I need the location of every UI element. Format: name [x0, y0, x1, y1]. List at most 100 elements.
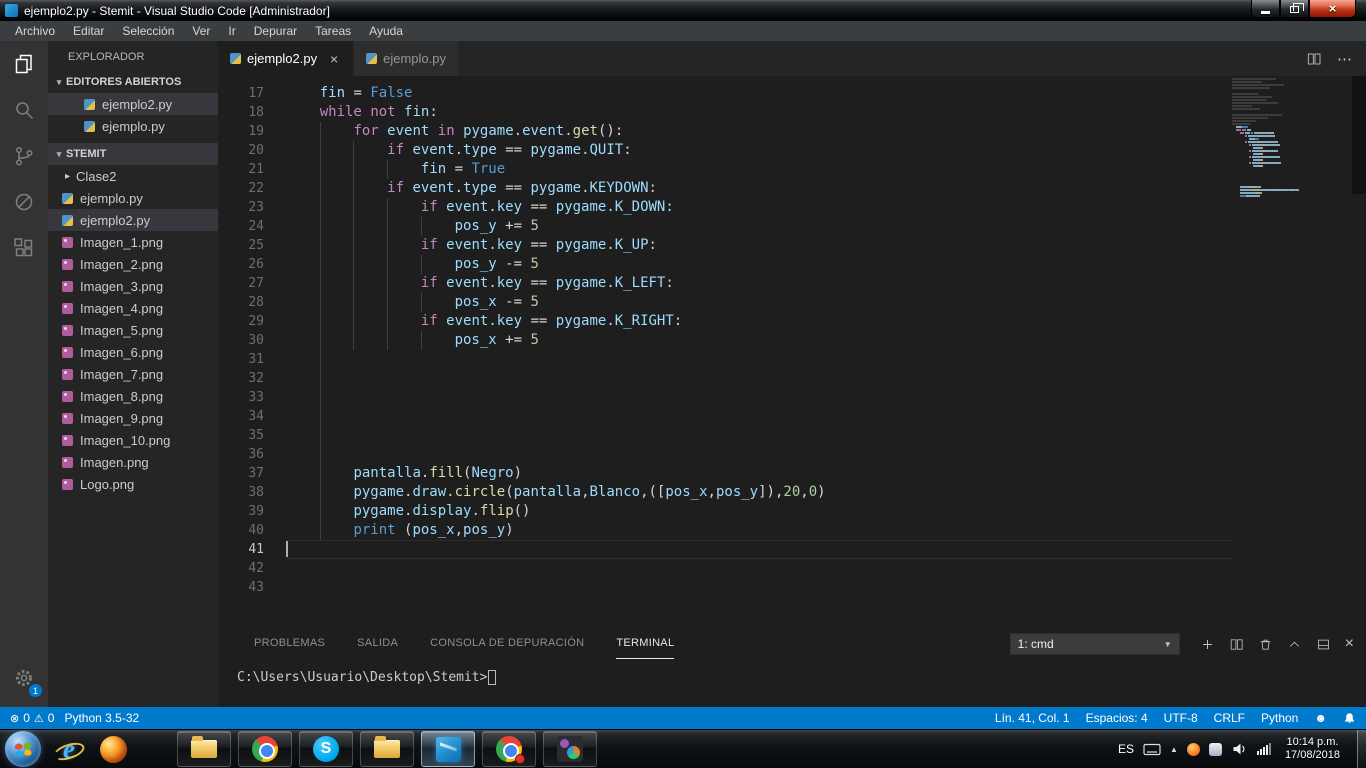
line-number[interactable]: 17: [218, 84, 264, 103]
activity-search[interactable]: [0, 87, 48, 133]
line-number[interactable]: 22: [218, 179, 264, 198]
line-number[interactable]: 43: [218, 578, 264, 597]
menu-editar[interactable]: Editar: [64, 21, 113, 41]
feedback-smiley-icon[interactable]: ☻: [1314, 711, 1327, 725]
menu-seleccion[interactable]: Selección: [113, 21, 183, 41]
open-editor-ejemplo-py[interactable]: ejemplo.py: [48, 115, 218, 137]
code-line[interactable]: 30 pos_x += 5: [218, 331, 1366, 350]
activity-debug[interactable]: [0, 179, 48, 225]
code-line[interactable]: 34: [218, 407, 1366, 426]
taskbar-app-media-player[interactable]: [543, 731, 597, 767]
panel-tab-salida[interactable]: SALIDA: [357, 629, 398, 659]
taskbar-app-skype[interactable]: [299, 731, 353, 767]
minimap[interactable]: [1232, 78, 1352, 629]
terminal-output[interactable]: C:\Users\Usuario\Desktop\Stemit>: [218, 659, 1366, 685]
line-number[interactable]: 28: [218, 293, 264, 312]
taskbar-app-windows-explorer[interactable]: [177, 731, 231, 767]
folder-section-header[interactable]: ▾ STEMIT: [48, 143, 218, 165]
line-number[interactable]: 19: [218, 122, 264, 141]
code-line[interactable]: 24 pos_y += 5: [218, 217, 1366, 236]
line-number[interactable]: 33: [218, 388, 264, 407]
close-icon[interactable]: ×: [327, 51, 341, 67]
maximize-panel-icon[interactable]: [1287, 637, 1302, 652]
menu-ayuda[interactable]: Ayuda: [360, 21, 412, 41]
line-number[interactable]: 41: [218, 540, 264, 559]
show-desktop-button[interactable]: [1357, 729, 1366, 768]
code-line[interactable]: 28 pos_x -= 5: [218, 293, 1366, 312]
activity-settings[interactable]: 1: [0, 655, 48, 701]
editor[interactable]: 17 fin = False 18 while not fin: 19 for ev…: [218, 76, 1366, 629]
indentation[interactable]: Espacios: 4: [1086, 711, 1148, 725]
line-number[interactable]: 29: [218, 312, 264, 331]
code-line[interactable]: 40 print (pos_x,pos_y): [218, 521, 1366, 540]
tree-item-imagen-5-png[interactable]: Imagen_5.png: [48, 319, 218, 341]
code-line[interactable]: 27 if event.key == pygame.K_LEFT:: [218, 274, 1366, 293]
terminal-picker[interactable]: 1: cmd ▼: [1009, 633, 1180, 655]
tree-item-imagen-10-png[interactable]: Imagen_10.png: [48, 429, 218, 451]
line-number[interactable]: 20: [218, 141, 264, 160]
line-number[interactable]: 18: [218, 103, 264, 122]
code-line[interactable]: 36: [218, 445, 1366, 464]
code-line[interactable]: 18 while not fin:: [218, 103, 1366, 122]
language-mode[interactable]: Python: [1261, 711, 1298, 725]
line-number[interactable]: 24: [218, 217, 264, 236]
line-number[interactable]: 42: [218, 559, 264, 578]
open-editor-ejemplo2-py[interactable]: ejemplo2.py: [48, 93, 218, 115]
split-editor-icon[interactable]: [1306, 51, 1322, 67]
tree-item-imagen-2-png[interactable]: Imagen_2.png: [48, 253, 218, 275]
line-number[interactable]: 37: [218, 464, 264, 483]
line-number[interactable]: 34: [218, 407, 264, 426]
code-line[interactable]: 39 pygame.display.flip(): [218, 502, 1366, 521]
activity-source-control[interactable]: [0, 133, 48, 179]
code-line[interactable]: 20 if event.type == pygame.QUIT:: [218, 141, 1366, 160]
line-number[interactable]: 30: [218, 331, 264, 350]
line-number[interactable]: 35: [218, 426, 264, 445]
menu-depurar[interactable]: Depurar: [245, 21, 306, 41]
cursor-position[interactable]: Lín. 41, Col. 1: [995, 711, 1070, 725]
clock[interactable]: 10:14 p.m. 17/08/2018: [1285, 736, 1340, 762]
line-number[interactable]: 23: [218, 198, 264, 217]
line-number[interactable]: 32: [218, 369, 264, 388]
code-line[interactable]: 35: [218, 426, 1366, 445]
code-line[interactable]: 19 for event in pygame.event.get():: [218, 122, 1366, 141]
tray-app-icon-1[interactable]: [1186, 742, 1200, 756]
line-number[interactable]: 40: [218, 521, 264, 540]
code-line[interactable]: 33: [218, 388, 1366, 407]
taskbar-internet-explorer[interactable]: [49, 730, 89, 768]
tree-item-imagen-8-png[interactable]: Imagen_8.png: [48, 385, 218, 407]
line-number[interactable]: 26: [218, 255, 264, 274]
code-line[interactable]: 17 fin = False: [218, 84, 1366, 103]
start-button[interactable]: [5, 731, 41, 767]
line-number[interactable]: 25: [218, 236, 264, 255]
code-line[interactable]: 41: [218, 540, 1366, 559]
menu-tareas[interactable]: Tareas: [306, 21, 360, 41]
problems-status[interactable]: ⊗ 0 ⚠ 0: [10, 711, 54, 725]
tray-app-icon-2[interactable]: [1208, 742, 1222, 756]
taskbar-app-chrome[interactable]: [238, 731, 292, 767]
close-panel-icon[interactable]: ×: [1345, 636, 1354, 652]
code-line[interactable]: 26 pos_y -= 5: [218, 255, 1366, 274]
minimize-button[interactable]: [1251, 0, 1280, 18]
tab-ejemplo-py[interactable]: ejemplo.py: [354, 41, 459, 76]
activity-extensions[interactable]: [0, 225, 48, 271]
tree-item-imagen-4-png[interactable]: Imagen_4.png: [48, 297, 218, 319]
kill-terminal-icon[interactable]: [1258, 637, 1273, 652]
panel-position-icon[interactable]: [1316, 637, 1331, 652]
tree-item-imagen-6-png[interactable]: Imagen_6.png: [48, 341, 218, 363]
notifications-bell-icon[interactable]: [1343, 712, 1356, 725]
tree-item-imagen-9-png[interactable]: Imagen_9.png: [48, 407, 218, 429]
panel-tab-problemas[interactable]: PROBLEMAS: [254, 629, 325, 659]
python-interpreter[interactable]: Python 3.5-32: [64, 711, 139, 725]
panel-tab-consola-de-depuracion[interactable]: CONSOLA DE DEPURACIÓN: [430, 629, 584, 659]
code-line[interactable]: 25 if event.key == pygame.K_UP:: [218, 236, 1366, 255]
close-button[interactable]: ×: [1309, 0, 1356, 18]
tree-item-clase2[interactable]: ▸ Clase2: [48, 165, 218, 187]
hidden-icons-button[interactable]: ▲: [1170, 745, 1178, 754]
maximize-button[interactable]: [1280, 0, 1309, 18]
taskbar-app-folder[interactable]: [360, 731, 414, 767]
menu-ver[interactable]: Ver: [183, 21, 219, 41]
taskbar-firefox[interactable]: [93, 730, 133, 768]
line-number[interactable]: 38: [218, 483, 264, 502]
more-actions-icon[interactable]: ⋯: [1337, 50, 1352, 68]
line-number[interactable]: 27: [218, 274, 264, 293]
